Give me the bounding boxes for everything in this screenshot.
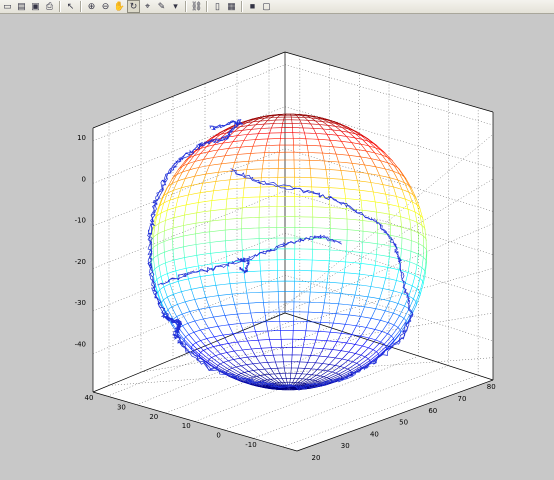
tick-label: 30 (117, 403, 126, 411)
tick-label: 0 (216, 432, 220, 440)
insert-legend-icon[interactable]: ▦ (225, 0, 238, 13)
toolbar-separator (241, 1, 243, 12)
link-plot-icon[interactable]: ⛓ (190, 0, 203, 13)
insert-colorbar-icon[interactable]: ▯ (211, 0, 224, 13)
tick-label: 60 (428, 407, 437, 415)
tick-label: -10 (75, 217, 86, 225)
open-file-icon[interactable]: ▤ (15, 0, 28, 13)
toolbar-separator (59, 1, 61, 12)
tick-label: 30 (341, 442, 350, 450)
zoom-out-icon[interactable]: ⊖ (99, 0, 112, 13)
brush-icon[interactable]: ✎ (155, 0, 168, 13)
tick-label: -20 (75, 258, 86, 266)
show-plot-tools-icon[interactable]: ▢ (260, 0, 273, 13)
tick-label: -40 (75, 341, 86, 349)
figure-toolbar: ▭ ▤ ▣ ⎙ ↖ ⊕ ⊖ ✋ ↻ ⌖ ✎ ▾ ⛓ ▯ ▦ ■ ▢ (0, 0, 554, 14)
rotate-3d-icon[interactable]: ↻ (127, 0, 140, 13)
plot-area: 10 0 -10 -20 -30 -40 40 30 20 10 0 -10 20 30 40 50 60 70 8… (75, 51, 496, 462)
tick-label: -30 (75, 299, 86, 307)
new-figure-icon[interactable]: ▭ (1, 0, 14, 13)
pan-icon[interactable]: ✋ (113, 0, 126, 13)
brush-dropdown-icon[interactable]: ▾ (169, 0, 182, 13)
tick-label: 50 (399, 419, 408, 427)
tick-label: 40 (85, 394, 94, 402)
toolbar-separator (185, 1, 187, 12)
tick-label: 0 (82, 175, 86, 183)
tick-label: 40 (370, 430, 379, 438)
toolbar-separator (206, 1, 208, 12)
zoom-in-icon[interactable]: ⊕ (85, 0, 98, 13)
toolbar-separator (80, 1, 82, 12)
data-cursor-icon[interactable]: ⌖ (141, 0, 154, 13)
print-icon[interactable]: ⎙ (43, 0, 56, 13)
tick-label: 80 (487, 383, 496, 391)
tick-label: 10 (77, 134, 86, 142)
save-icon[interactable]: ▣ (29, 0, 42, 13)
tick-label: 20 (149, 413, 158, 421)
tick-label: 20 (312, 454, 321, 462)
tick-label: -10 (245, 441, 256, 449)
edit-plot-icon[interactable]: ↖ (64, 0, 77, 13)
tick-label: 10 (182, 422, 191, 430)
tick-label: 70 (458, 395, 467, 403)
hide-plot-tools-icon[interactable]: ■ (246, 0, 259, 13)
